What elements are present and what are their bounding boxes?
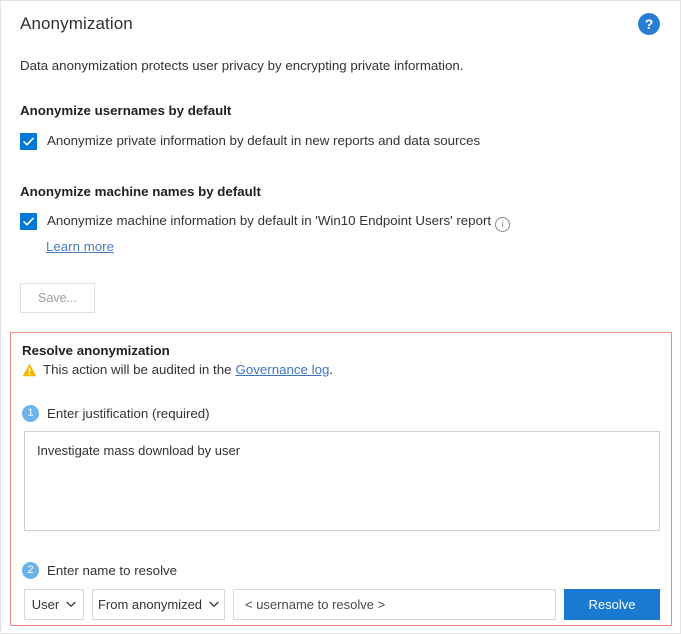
name-to-resolve-input[interactable]	[233, 589, 556, 620]
checkmark-icon-usernames[interactable]	[20, 133, 37, 150]
checkbox-label-anonymize-machines: Anonymize machine information by default…	[47, 212, 510, 232]
section-heading-usernames: Anonymize usernames by default	[20, 103, 231, 118]
justification-textarea[interactable]	[24, 431, 660, 531]
chevron-down-icon	[66, 601, 76, 608]
chevron-down-icon	[209, 601, 219, 608]
resolve-anonymization-panel: Resolve anonymization This action will b…	[10, 332, 672, 626]
intro-description: Data anonymization protects user privacy…	[20, 58, 463, 73]
resolve-controls-row: User From anonymized Resolve	[24, 589, 660, 620]
save-button[interactable]: Save...	[20, 283, 95, 313]
help-icon[interactable]: ?	[638, 13, 660, 35]
checkbox-label-text-machines: Anonymize machine information by default…	[47, 213, 491, 228]
step-1-label: Enter justification (required)	[47, 406, 210, 421]
step-2-header: 2 Enter name to resolve	[22, 562, 177, 579]
audit-notice-period: .	[329, 362, 333, 377]
audit-notice-text: This action will be audited in the	[43, 362, 231, 377]
page-title: Anonymization	[20, 14, 133, 34]
info-icon[interactable]: i	[495, 217, 510, 232]
learn-more-link[interactable]: Learn more	[46, 239, 114, 254]
audit-notice: This action will be audited in the Gover…	[22, 362, 333, 377]
entity-type-dropdown[interactable]: User	[24, 589, 84, 620]
checkbox-row-anonymize-usernames[interactable]: Anonymize private information by default…	[20, 132, 480, 150]
governance-log-link[interactable]: Governance log	[235, 362, 329, 377]
entity-type-dropdown-value: User	[32, 597, 59, 612]
warning-icon	[22, 363, 37, 377]
checkmark-icon-machines[interactable]	[20, 213, 37, 230]
checkbox-row-anonymize-machines[interactable]: Anonymize machine information by default…	[20, 212, 510, 232]
resolve-button[interactable]: Resolve	[564, 589, 660, 620]
direction-dropdown-value: From anonymized	[98, 597, 202, 612]
step-1-header: 1 Enter justification (required)	[22, 405, 210, 422]
step-2-badge: 2	[22, 562, 39, 579]
section-heading-machine-names: Anonymize machine names by default	[20, 184, 261, 199]
step-2-label: Enter name to resolve	[47, 563, 177, 578]
direction-dropdown[interactable]: From anonymized	[92, 589, 225, 620]
checkbox-label-anonymize-usernames: Anonymize private information by default…	[47, 132, 480, 150]
anonymization-settings-page: Anonymization ? Data anonymization prote…	[0, 0, 681, 634]
resolve-panel-title: Resolve anonymization	[22, 343, 170, 358]
step-1-badge: 1	[22, 405, 39, 422]
